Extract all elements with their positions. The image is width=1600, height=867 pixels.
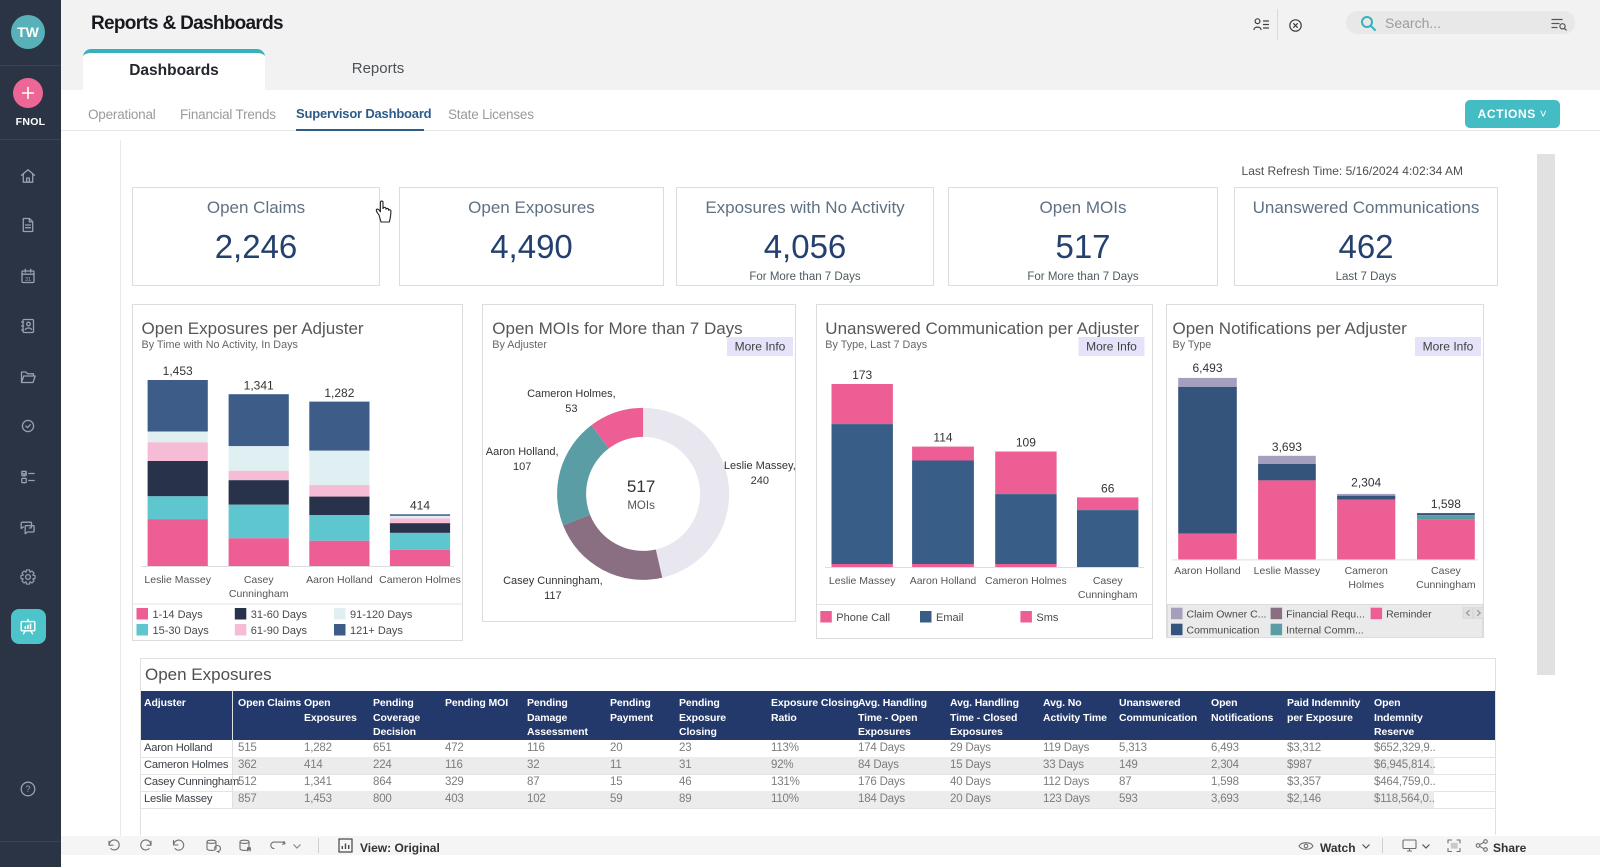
svg-text:6,493: 6,493: [1192, 361, 1222, 375]
svg-text:66: 66: [1101, 481, 1115, 495]
svg-text:173: 173: [852, 368, 872, 382]
svg-text:Holmes: Holmes: [1348, 579, 1384, 591]
svg-text:Casey: Casey: [1431, 565, 1462, 577]
svg-text:Cameron Holmes,: Cameron Holmes,: [527, 388, 616, 400]
svg-text:1,453: 1,453: [163, 364, 193, 378]
svg-text:1,341: 1,341: [244, 379, 274, 393]
svg-text:3,693: 3,693: [1272, 440, 1302, 454]
svg-text:Open MOIs for More than 7 Days: Open MOIs for More than 7 Days: [492, 319, 742, 338]
svg-text:Open Exposures per Adjuster: Open Exposures per Adjuster: [142, 319, 364, 338]
svg-text:Email: Email: [936, 612, 964, 624]
svg-text:2,304: 2,304: [1351, 476, 1381, 490]
svg-text:Casey: Casey: [1093, 575, 1124, 587]
svg-text:107: 107: [513, 461, 531, 473]
svg-text:Sms: Sms: [1036, 612, 1059, 624]
svg-text:Cameron Holmes: Cameron Holmes: [985, 575, 1067, 587]
svg-text:Cunningham: Cunningham: [1078, 589, 1138, 601]
svg-text:By Time with No Activity, In D: By Time with No Activity, In Days: [142, 339, 299, 351]
svg-text:Reminder: Reminder: [1386, 609, 1432, 621]
svg-text:Communication: Communication: [1187, 625, 1260, 637]
svg-text:31: 31: [25, 277, 31, 283]
svg-text:Financial Requ...: Financial Requ...: [1286, 609, 1365, 621]
svg-text:More Info: More Info: [1086, 340, 1137, 354]
svg-text:15-30 Days: 15-30 Days: [153, 625, 210, 637]
svg-text:Aaron Holland: Aaron Holland: [910, 575, 977, 587]
svg-text:1-14 Days: 1-14 Days: [153, 609, 204, 621]
svg-text:By Type: By Type: [1173, 339, 1212, 351]
svg-text:MOIs: MOIs: [627, 500, 655, 512]
svg-text:By Type, Last 7 Days: By Type, Last 7 Days: [825, 339, 927, 351]
svg-text:53: 53: [565, 403, 577, 415]
svg-text:Aaron Holland,: Aaron Holland,: [486, 446, 559, 458]
svg-text:Cunningham: Cunningham: [1416, 579, 1476, 591]
svg-text:31-60 Days: 31-60 Days: [251, 609, 308, 621]
svg-text:Claim Owner C...: Claim Owner C...: [1187, 609, 1267, 621]
svg-text:Leslie Massey: Leslie Massey: [1254, 565, 1321, 577]
svg-text:109: 109: [1016, 436, 1036, 450]
svg-text:Casey: Casey: [244, 574, 275, 586]
svg-text:61-90 Days: 61-90 Days: [251, 625, 308, 637]
svg-text:240: 240: [751, 475, 769, 487]
svg-text:Leslie Massey,: Leslie Massey,: [724, 460, 795, 472]
svg-text:More Info: More Info: [1423, 340, 1474, 354]
svg-text:Cameron Holmes: Cameron Holmes: [379, 574, 461, 586]
svg-text:Casey Cunningham,: Casey Cunningham,: [503, 575, 603, 587]
svg-text:Aaron Holland: Aaron Holland: [1174, 565, 1241, 577]
svg-text:Leslie Massey: Leslie Massey: [829, 575, 896, 587]
svg-text:1,598: 1,598: [1431, 497, 1461, 511]
svg-text:By Adjuster: By Adjuster: [492, 339, 547, 351]
svg-text:Cameron: Cameron: [1345, 565, 1388, 577]
svg-text:Phone Call: Phone Call: [836, 612, 890, 624]
svg-text:517: 517: [627, 477, 655, 496]
svg-text:?: ?: [25, 784, 30, 794]
svg-text:Aaron Holland: Aaron Holland: [306, 574, 373, 586]
svg-text:114: 114: [933, 431, 952, 445]
svg-text:Cunningham: Cunningham: [229, 588, 289, 600]
svg-text:Internal Comm...: Internal Comm...: [1286, 625, 1364, 637]
svg-text:91-120 Days: 91-120 Days: [350, 609, 413, 621]
svg-text:More Info: More Info: [735, 340, 786, 354]
svg-text:1,282: 1,282: [324, 386, 354, 400]
svg-text:121+ Days: 121+ Days: [350, 625, 403, 637]
svg-text:Unanswered Communication per A: Unanswered Communication per Adjuster: [825, 319, 1139, 338]
svg-text:117: 117: [544, 590, 562, 602]
svg-text:Leslie Massey: Leslie Massey: [144, 574, 211, 586]
svg-text:414: 414: [410, 499, 430, 513]
svg-text:Open Notifications per Adjuste: Open Notifications per Adjuster: [1173, 319, 1408, 338]
